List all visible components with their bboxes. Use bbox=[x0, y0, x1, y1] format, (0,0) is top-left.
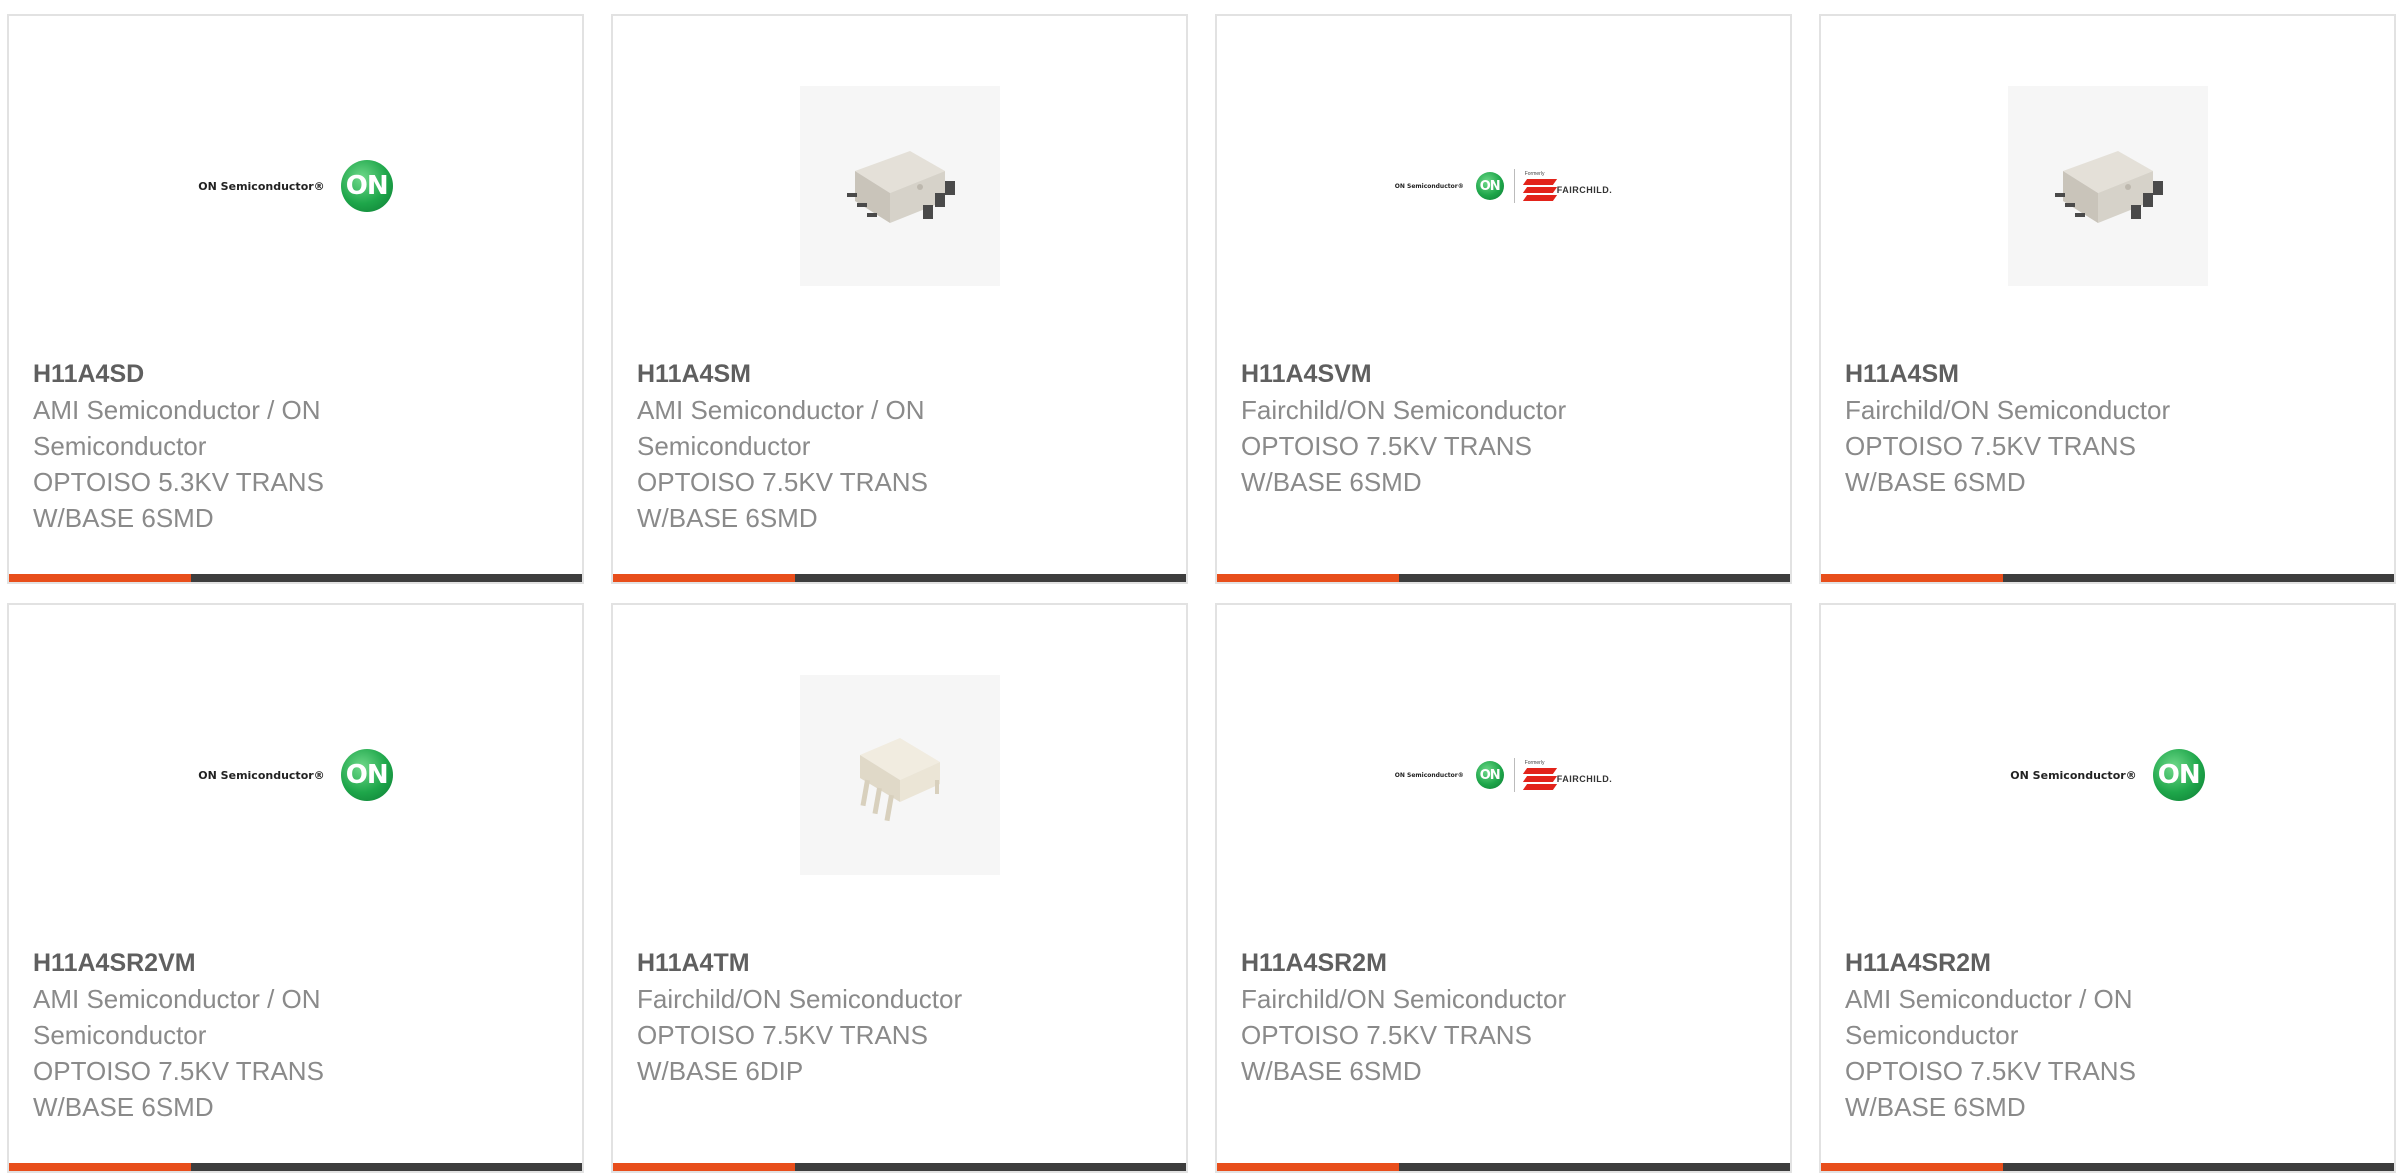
product-card[interactable]: ON Semiconductor® ON H11A4SD AMI Semicon… bbox=[7, 14, 584, 584]
description: OPTOISO 7.5KV TRANS W/BASE 6SMD bbox=[1845, 431, 2136, 497]
part-number-link[interactable]: H11A4TM bbox=[637, 945, 1162, 981]
product-card[interactable]: ON Semiconductor® ON Formerly FAIRCHILD.… bbox=[1215, 14, 1792, 584]
manufacturer: Fairchild/ON Semiconductor bbox=[1241, 984, 1567, 1014]
product-grid: ON Semiconductor® ON H11A4SD AMI Semicon… bbox=[0, 0, 2400, 1173]
manufacturer: Fairchild/ON Semiconductor bbox=[1845, 395, 2171, 425]
description: OPTOISO 5.3KV TRANS W/BASE 6SMD bbox=[33, 467, 324, 533]
manufacturer: Fairchild/ON Semiconductor bbox=[1241, 395, 1567, 425]
card-bottom-bar bbox=[613, 574, 1186, 582]
manufacturer: AMI Semiconductor / ON Semiconductor bbox=[637, 395, 925, 461]
card-accent-bar bbox=[9, 574, 191, 582]
logo-wordmark: ON Semiconductor® bbox=[198, 179, 325, 193]
formerly-label: Formerly bbox=[1524, 171, 1545, 177]
logo-wordmark: ON Semiconductor® bbox=[198, 768, 325, 782]
logo-divider bbox=[1513, 758, 1515, 792]
card-accent-bar bbox=[1217, 1163, 1399, 1171]
product-image[interactable]: ON Semiconductor® ON Formerly FAIRCHILD. bbox=[1217, 605, 1790, 945]
smd-chip-icon bbox=[2054, 151, 2163, 223]
fairchild-wordmark: FAIRCHILD. bbox=[1556, 774, 1613, 784]
card-bottom-bar bbox=[1821, 574, 2394, 582]
fairchild-wordmark: FAIRCHILD. bbox=[1556, 185, 1613, 195]
on-logo-icon: ON bbox=[340, 160, 393, 212]
dip-chip-image bbox=[799, 675, 1000, 875]
card-accent-bar bbox=[1821, 574, 2003, 582]
on-logo-icon: ON bbox=[1475, 761, 1504, 789]
fairchild-mark-icon bbox=[1522, 768, 1557, 790]
part-number-link[interactable]: H11A4SVM bbox=[1241, 356, 1766, 392]
card-accent-bar bbox=[1821, 1163, 2003, 1171]
manufacturer: AMI Semiconductor / ON Semiconductor bbox=[33, 395, 321, 461]
card-accent-bar bbox=[9, 1163, 191, 1171]
description: OPTOISO 7.5KV TRANS W/BASE 6SMD bbox=[1845, 1056, 2136, 1122]
description: OPTOISO 7.5KV TRANS W/BASE 6SMD bbox=[637, 467, 928, 533]
manufacturer: Fairchild/ON Semiconductor bbox=[637, 984, 963, 1014]
part-number-link[interactable]: H11A4SM bbox=[637, 356, 1162, 392]
part-number-link[interactable]: H11A4SD bbox=[33, 356, 558, 392]
product-card[interactable]: ON Semiconductor® ON H11A4SR2M AMI Semic… bbox=[1819, 603, 2396, 1173]
fairchild-logo: Formerly FAIRCHILD. bbox=[1522, 760, 1613, 790]
manufacturer: AMI Semiconductor / ON Semiconductor bbox=[33, 984, 321, 1050]
product-image[interactable]: ON Semiconductor® ON bbox=[1821, 605, 2394, 945]
product-card[interactable]: ON Semiconductor® ON H11A4SR2VM AMI Semi… bbox=[7, 603, 584, 1173]
product-image[interactable]: ON Semiconductor® ON bbox=[9, 605, 582, 945]
on-semiconductor-logo: ON Semiconductor® ON bbox=[198, 749, 393, 801]
logo-wordmark: ON Semiconductor® bbox=[1394, 771, 1464, 779]
card-bottom-bar bbox=[9, 1163, 582, 1171]
part-number-link[interactable]: H11A4SR2M bbox=[1845, 945, 2370, 981]
card-bottom-bar bbox=[1821, 1163, 2394, 1171]
on-logo-icon: ON bbox=[2152, 749, 2205, 801]
logo-divider bbox=[1513, 169, 1515, 203]
product-image[interactable] bbox=[613, 605, 1186, 945]
manufacturer: AMI Semiconductor / ON Semiconductor bbox=[1845, 984, 2133, 1050]
part-number-link[interactable]: H11A4SR2M bbox=[1241, 945, 1766, 981]
on-fairchild-logo: ON Semiconductor® ON Formerly FAIRCHILD. bbox=[1395, 758, 1612, 792]
on-semiconductor-logo: ON Semiconductor® ON bbox=[2010, 749, 2205, 801]
fairchild-logo: Formerly FAIRCHILD. bbox=[1522, 171, 1613, 201]
card-bottom-bar bbox=[613, 1163, 1186, 1171]
on-fairchild-logo: ON Semiconductor® ON Formerly FAIRCHILD. bbox=[1395, 169, 1612, 203]
product-image[interactable]: ON Semiconductor® ON bbox=[9, 16, 582, 356]
description: OPTOISO 7.5KV TRANS W/BASE 6SMD bbox=[33, 1056, 324, 1122]
logo-wordmark: ON Semiconductor® bbox=[1394, 182, 1464, 190]
card-accent-bar bbox=[1217, 574, 1399, 582]
part-number-link[interactable]: H11A4SR2VM bbox=[33, 945, 558, 981]
card-accent-bar bbox=[613, 1163, 795, 1171]
card-bottom-bar bbox=[1217, 1163, 1790, 1171]
product-image[interactable] bbox=[613, 16, 1186, 356]
dip-chip-icon bbox=[859, 738, 940, 822]
smd-chip-icon bbox=[846, 151, 955, 223]
formerly-label: Formerly bbox=[1524, 760, 1545, 766]
description: OPTOISO 7.5KV TRANS W/BASE 6SMD bbox=[1241, 1020, 1532, 1086]
product-card[interactable]: H11A4SM Fairchild/ON Semiconductor OPTOI… bbox=[1819, 14, 2396, 584]
on-logo-icon: ON bbox=[340, 749, 393, 801]
part-number-link[interactable]: H11A4SM bbox=[1845, 356, 2370, 392]
smd-chip-image bbox=[2007, 86, 2208, 286]
logo-wordmark: ON Semiconductor® bbox=[2010, 768, 2137, 782]
on-logo-icon: ON bbox=[1475, 172, 1504, 200]
card-accent-bar bbox=[613, 574, 795, 582]
description: OPTOISO 7.5KV TRANS W/BASE 6SMD bbox=[1241, 431, 1532, 497]
product-card[interactable]: H11A4TM Fairchild/ON Semiconductor OPTOI… bbox=[611, 603, 1188, 1173]
card-bottom-bar bbox=[1217, 574, 1790, 582]
fairchild-mark-icon bbox=[1522, 179, 1557, 201]
smd-chip-image bbox=[799, 86, 1000, 286]
product-image[interactable] bbox=[1821, 16, 2394, 356]
product-card[interactable]: H11A4SM AMI Semiconductor / ON Semicondu… bbox=[611, 14, 1188, 584]
product-card[interactable]: ON Semiconductor® ON Formerly FAIRCHILD.… bbox=[1215, 603, 1792, 1173]
card-bottom-bar bbox=[9, 574, 582, 582]
product-image[interactable]: ON Semiconductor® ON Formerly FAIRCHILD. bbox=[1217, 16, 1790, 356]
on-semiconductor-logo: ON Semiconductor® ON bbox=[198, 160, 393, 212]
description: OPTOISO 7.5KV TRANS W/BASE 6DIP bbox=[637, 1020, 928, 1086]
